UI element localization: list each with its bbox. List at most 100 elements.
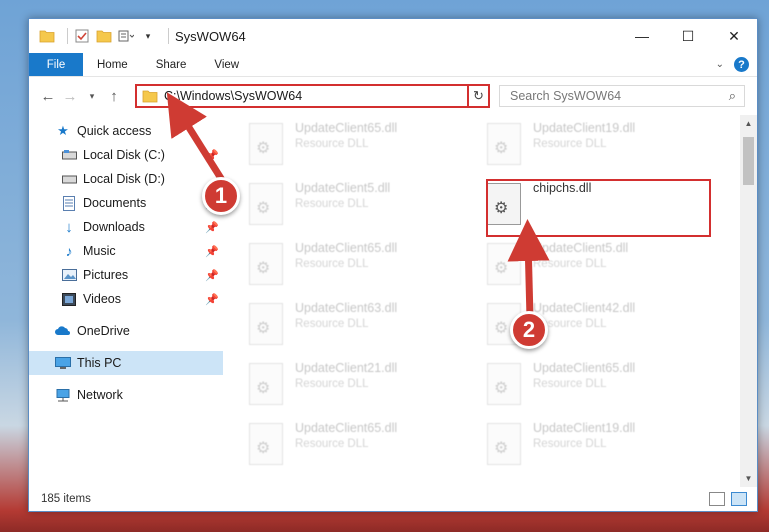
file-name: UpdateClient42.dll xyxy=(533,301,636,315)
details-view-icon[interactable] xyxy=(709,492,725,506)
file-name: UpdateClient19.dll xyxy=(533,121,636,135)
folder-icon[interactable] xyxy=(39,28,55,44)
file-name: UpdateClient65.dll xyxy=(295,421,398,435)
folder-icon xyxy=(142,90,158,103)
sidebar-item-label: Videos xyxy=(83,292,121,306)
file-item[interactable]: UpdateClient5.dll Resource DLL xyxy=(487,241,713,297)
forward-button[interactable]: → xyxy=(59,85,81,107)
file-name: UpdateClient21.dll xyxy=(295,361,398,375)
sidebar-item-this-pc[interactable]: This PC xyxy=(29,351,223,375)
vertical-scrollbar[interactable]: ▲ ▼ xyxy=(740,115,757,487)
file-type: Resource DLL xyxy=(295,138,369,150)
maximize-button[interactable]: ☐ xyxy=(665,19,711,53)
sidebar-item-music[interactable]: ♪ Music 📌 xyxy=(29,239,223,263)
sidebar-item-label: OneDrive xyxy=(77,324,130,338)
search-input[interactable]: Search SysWOW64 ⌕ xyxy=(499,85,745,107)
ribbon-right-controls: ⌄ ? xyxy=(716,53,757,76)
pin-icon[interactable]: 📌 xyxy=(205,293,219,306)
file-item[interactable]: UpdateClient65.dll Resource DLL xyxy=(487,361,713,417)
sidebar-item-onedrive[interactable]: OneDrive xyxy=(29,319,223,343)
sidebar-item-local-disk-c[interactable]: Local Disk (C:) 📌 xyxy=(29,143,223,167)
scrollbar-thumb[interactable] xyxy=(743,137,754,185)
navigation-pane: ★ Quick access Local Disk (C:) 📌 Local D… xyxy=(29,115,223,487)
tab-share[interactable]: Share xyxy=(142,53,201,76)
network-icon xyxy=(55,387,71,403)
help-icon[interactable]: ? xyxy=(734,57,749,72)
file-item[interactable]: UpdateClient5.dll Resource DLL xyxy=(249,181,475,237)
scroll-up-icon[interactable]: ▲ xyxy=(740,115,757,132)
file-type: Resource DLL xyxy=(533,378,607,390)
separator xyxy=(67,28,68,44)
sidebar-item-label: This PC xyxy=(77,356,122,370)
file-type: Resource DLL xyxy=(295,258,369,270)
expand-ribbon-icon[interactable]: ⌄ xyxy=(716,59,724,70)
step-1-callout: 1 xyxy=(202,177,240,215)
file-item[interactable]: UpdateClient65.dll Resource DLL xyxy=(249,241,475,297)
large-icons-view-icon[interactable] xyxy=(731,492,747,506)
up-button[interactable]: ↑ xyxy=(103,85,125,107)
search-placeholder: Search SysWOW64 xyxy=(510,89,622,103)
file-type: Resource DLL xyxy=(295,318,369,330)
file-item[interactable]: UpdateClient65.dll Resource DLL xyxy=(249,421,475,477)
new-folder-icon[interactable] xyxy=(96,28,112,44)
file-type: Resource DLL xyxy=(295,198,369,210)
sidebar-item-label: Local Disk (C:) xyxy=(83,148,165,162)
minimize-button[interactable]: — xyxy=(619,19,665,53)
pin-icon[interactable]: 📌 xyxy=(205,269,219,282)
back-button[interactable]: ← xyxy=(37,85,59,107)
sidebar-item-downloads[interactable]: ↓ Downloads 📌 xyxy=(29,215,223,239)
pin-icon[interactable]: 📌 xyxy=(205,245,219,258)
address-path: C:\Windows\SysWOW64 xyxy=(164,89,303,103)
file-item[interactable]: UpdateClient63.dll Resource DLL xyxy=(249,301,475,357)
file-type: Resource DLL xyxy=(533,138,607,150)
sidebar-item-pictures[interactable]: Pictures 📌 xyxy=(29,263,223,287)
sidebar-item-local-disk-d[interactable]: Local Disk (D:) xyxy=(29,167,223,191)
sidebar-item-documents[interactable]: Documents 📌 xyxy=(29,191,223,215)
file-item[interactable]: UpdateClient19.dll Resource DLL xyxy=(487,421,713,477)
file-list: UpdateClient65.dll Resource DLL UpdateCli… xyxy=(223,115,757,487)
sidebar-item-quick-access[interactable]: ★ Quick access xyxy=(29,119,223,143)
dropdown-arrow-icon[interactable]: ▾ xyxy=(140,28,156,44)
recent-locations-button[interactable]: ▾ xyxy=(81,85,103,107)
file-item[interactable]: UpdateClient65.dll Resource DLL xyxy=(249,121,475,177)
download-icon: ↓ xyxy=(65,218,73,236)
tab-view[interactable]: View xyxy=(200,53,253,76)
pin-icon[interactable]: 📌 xyxy=(205,149,219,162)
customize-toolbar-icon[interactable] xyxy=(118,28,134,44)
file-type: Resource DLL xyxy=(295,438,369,450)
scroll-down-icon[interactable]: ▼ xyxy=(740,470,757,487)
dll-file-icon xyxy=(249,243,283,285)
music-icon: ♪ xyxy=(65,243,73,259)
tab-file[interactable]: File xyxy=(29,53,83,76)
sidebar-item-label: Documents xyxy=(83,196,147,210)
address-bar[interactable]: C:\Windows\SysWOW64 ⌄ xyxy=(135,84,489,108)
drive-icon xyxy=(61,147,77,163)
refresh-button[interactable]: ↻ xyxy=(467,84,490,108)
sidebar-item-label: Local Disk (D:) xyxy=(83,172,165,186)
tab-home[interactable]: Home xyxy=(83,53,142,76)
window-controls: — ☐ ✕ xyxy=(619,19,757,53)
file-item[interactable]: UpdateClient21.dll Resource DLL xyxy=(249,361,475,417)
dll-file-icon xyxy=(487,363,521,405)
title-bar: ▾ SysWOW64 — ☐ ✕ xyxy=(29,19,757,53)
star-icon: ★ xyxy=(57,123,69,138)
file-type: Resource DLL xyxy=(533,258,607,270)
close-button[interactable]: ✕ xyxy=(711,19,757,53)
dll-file-icon xyxy=(487,123,521,165)
dll-file-icon xyxy=(249,123,283,165)
dll-file-icon xyxy=(487,423,521,465)
file-name: UpdateClient65.dll xyxy=(533,361,636,375)
search-icon: ⌕ xyxy=(728,88,736,103)
file-type: Resource DLL xyxy=(533,438,607,450)
pin-icon[interactable]: 📌 xyxy=(205,221,219,234)
properties-icon[interactable] xyxy=(74,28,90,44)
sidebar-item-videos[interactable]: Videos 📌 xyxy=(29,287,223,311)
dll-file-icon xyxy=(249,363,283,405)
videos-icon xyxy=(61,291,77,307)
file-name: UpdateClient5.dll xyxy=(295,181,391,195)
file-item[interactable]: UpdateClient19.dll Resource DLL xyxy=(487,121,713,177)
separator xyxy=(168,28,169,44)
sidebar-item-network[interactable]: Network xyxy=(29,383,223,407)
